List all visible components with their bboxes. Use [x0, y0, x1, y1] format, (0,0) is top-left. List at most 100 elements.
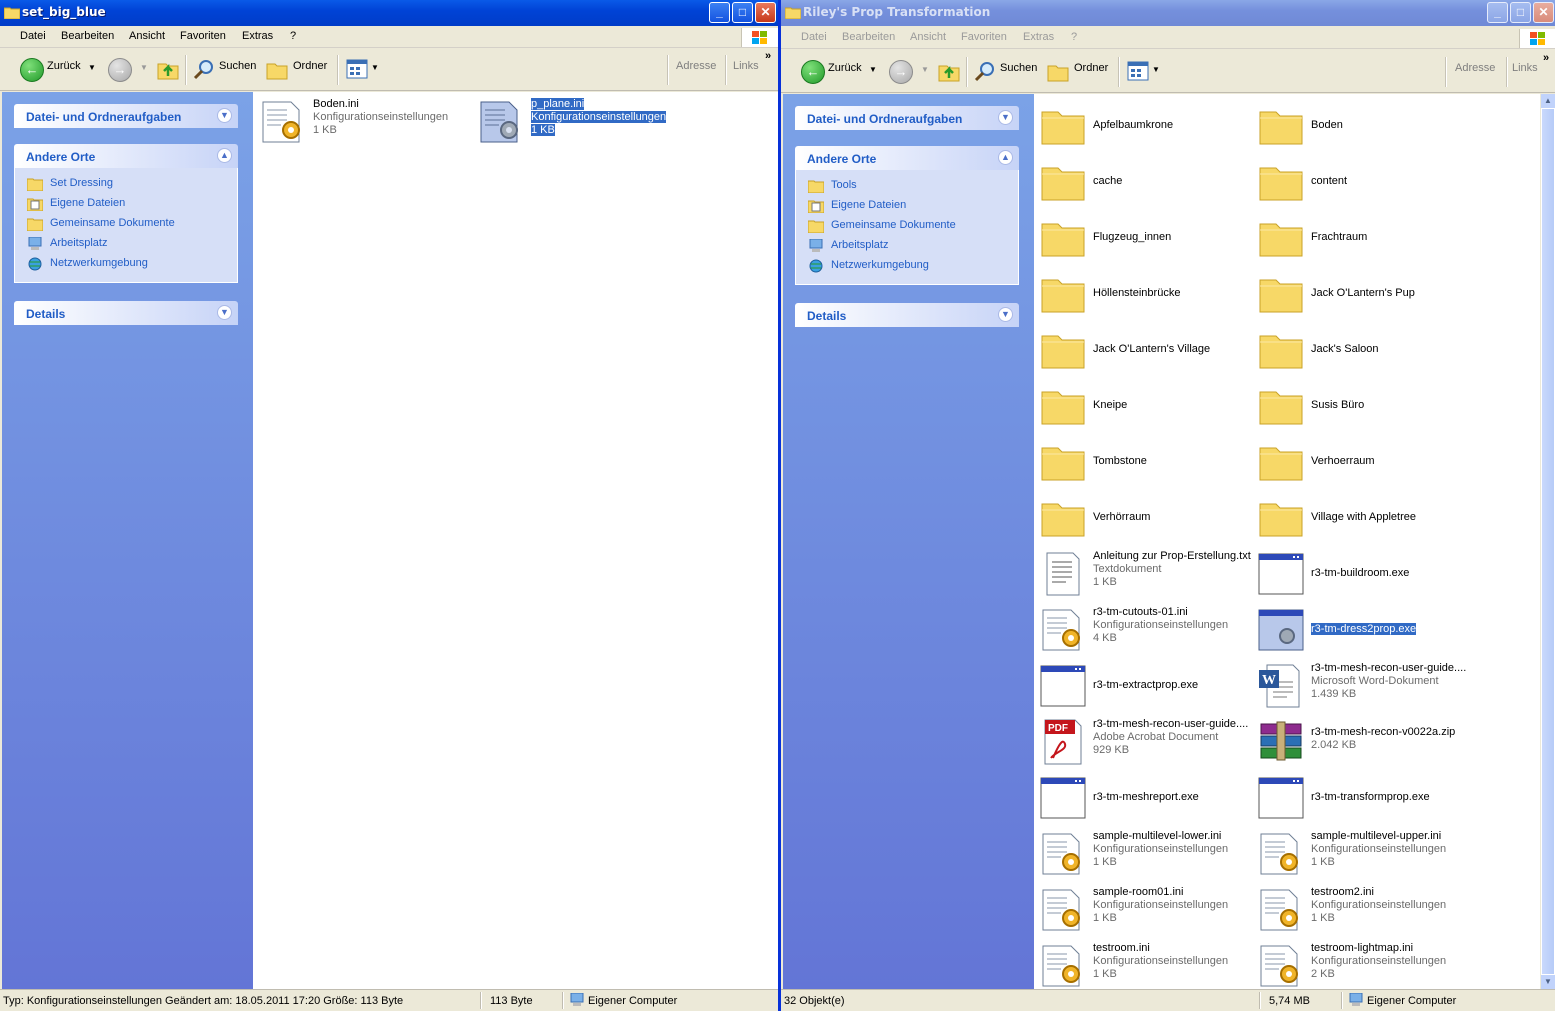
address-label[interactable]: Adresse	[1455, 62, 1495, 74]
maximize-button[interactable]: □	[732, 2, 753, 23]
file-item[interactable]: r3-tm-meshreport.exe	[1039, 774, 1249, 826]
place-label[interactable]: Tools	[831, 179, 857, 191]
search-button[interactable]: Suchen	[219, 60, 256, 72]
folders-button[interactable]: Ordner	[1074, 62, 1108, 74]
links-label[interactable]: Links	[1512, 62, 1538, 74]
search-icon[interactable]	[974, 60, 996, 82]
toolbar-overflow-icon[interactable]: »	[765, 50, 771, 62]
place-label[interactable]: Netzwerkumgebung	[50, 257, 148, 269]
file-item[interactable]: sample-multilevel-upper.ini Konfiguratio…	[1257, 830, 1467, 882]
forward-dropdown-icon[interactable]: ▼	[140, 63, 148, 72]
chevron-down-icon[interactable]: ▼	[217, 108, 232, 123]
folder-item[interactable]: cache	[1039, 158, 1249, 210]
place-tools[interactable]: Tools	[796, 176, 1018, 196]
place-label[interactable]: Arbeitsplatz	[831, 239, 888, 251]
chevron-down-icon[interactable]: ▼	[998, 307, 1013, 322]
minimize-button[interactable]: _	[1487, 2, 1508, 23]
place-my-computer[interactable]: Arbeitsplatz	[15, 234, 237, 254]
chevron-up-icon[interactable]: ▲	[217, 148, 232, 163]
folder-up-icon[interactable]	[938, 60, 960, 82]
places-panel-header[interactable]: Andere Orte ▲	[795, 146, 1019, 170]
folder-item[interactable]: Village with Appletree	[1257, 494, 1467, 546]
close-button[interactable]: ✕	[1533, 2, 1554, 23]
file-item[interactable]: r3-tm-buildroom.exe	[1257, 550, 1467, 602]
folder-item[interactable]: Jack O'Lantern's Village	[1039, 326, 1249, 378]
place-label[interactable]: Eigene Dateien	[831, 199, 906, 211]
file-item[interactable]: PDF r3-tm-mesh-recon-user-guide.... Adob…	[1039, 718, 1254, 770]
folder-item[interactable]: Verhörraum	[1039, 494, 1249, 546]
places-panel-header[interactable]: Andere Orte ▲	[14, 144, 238, 168]
file-item[interactable]: r3-tm-mesh-recon-v0022a.zip 2.042 KB	[1257, 718, 1467, 770]
folders-icon[interactable]	[1047, 60, 1069, 82]
search-icon[interactable]	[193, 58, 215, 80]
address-label[interactable]: Adresse	[676, 60, 716, 72]
scroll-down-icon[interactable]: ▼	[1541, 975, 1555, 989]
title-bar[interactable]: set_big_blue _ □ ✕	[0, 0, 778, 26]
scroll-thumb[interactable]	[1541, 108, 1555, 975]
place-my-computer[interactable]: Arbeitsplatz	[796, 236, 1018, 256]
folder-item[interactable]: Frachtraum	[1257, 214, 1467, 266]
back-arrow-icon[interactable]: ←	[20, 58, 44, 82]
menu-datei[interactable]: Datei	[20, 30, 46, 42]
chevron-down-icon[interactable]: ▼	[217, 305, 232, 320]
forward-dropdown-icon[interactable]: ▼	[921, 65, 929, 74]
tasks-panel-header[interactable]: Datei- und Ordneraufgaben ▼	[795, 106, 1019, 130]
file-item[interactable]: W r3-tm-mesh-recon-user-guide.... Micros…	[1257, 662, 1472, 714]
views-dropdown-icon[interactable]: ▼	[371, 63, 379, 72]
file-item[interactable]: r3-tm-transformprop.exe	[1257, 774, 1467, 826]
place-shared-documents[interactable]: Gemeinsame Dokumente	[15, 214, 237, 234]
folder-up-icon[interactable]	[157, 58, 179, 80]
forward-arrow-icon[interactable]: →	[108, 58, 132, 82]
menu-help[interactable]: ?	[290, 30, 296, 42]
minimize-button[interactable]: _	[709, 2, 730, 23]
close-button[interactable]: ✕	[755, 2, 776, 23]
folder-item[interactable]: Tombstone	[1039, 438, 1249, 490]
menu-bearbeiten[interactable]: Bearbeiten	[61, 30, 114, 42]
links-label[interactable]: Links	[733, 60, 759, 72]
menu-help[interactable]: ?	[1071, 31, 1077, 43]
file-item-selected[interactable]: p_plane.ini Konfigurationseinstellungen …	[477, 98, 677, 150]
folder-item[interactable]: Apfelbaumkrone	[1039, 102, 1249, 154]
file-item[interactable]: Anleitung zur Prop-Erstellung.txt Textdo…	[1039, 550, 1254, 602]
file-item[interactable]: sample-multilevel-lower.ini Konfiguratio…	[1039, 830, 1249, 882]
details-panel-header[interactable]: Details ▼	[795, 303, 1019, 327]
folder-item[interactable]: Jack O'Lantern's Pup	[1257, 270, 1467, 322]
place-my-documents[interactable]: Eigene Dateien	[15, 194, 237, 214]
folder-item[interactable]: Verhoerraum	[1257, 438, 1467, 490]
file-item[interactable]: testroom.ini Konfigurationseinstellungen…	[1039, 942, 1249, 994]
scroll-up-icon[interactable]: ▲	[1541, 94, 1555, 108]
place-shared-documents[interactable]: Gemeinsame Dokumente	[796, 216, 1018, 236]
toolbar-overflow-icon[interactable]: »	[1543, 52, 1549, 64]
place-label[interactable]: Gemeinsame Dokumente	[50, 217, 175, 229]
file-item[interactable]: r3-tm-extractprop.exe	[1039, 662, 1249, 714]
views-icon[interactable]	[346, 59, 368, 79]
menu-extras[interactable]: Extras	[1023, 31, 1054, 43]
place-label[interactable]: Set Dressing	[50, 177, 113, 189]
chevron-down-icon[interactable]: ▼	[998, 110, 1013, 125]
folder-item[interactable]: Susis Büro	[1257, 382, 1467, 434]
place-set-dressing[interactable]: Set Dressing	[15, 174, 237, 194]
folders-icon[interactable]	[266, 58, 288, 80]
vertical-scrollbar[interactable]: ▲ ▼	[1540, 94, 1555, 989]
menu-bearbeiten[interactable]: Bearbeiten	[842, 31, 895, 43]
place-label[interactable]: Netzwerkumgebung	[831, 259, 929, 271]
file-item[interactable]: testroom2.ini Konfigurationseinstellunge…	[1257, 886, 1467, 938]
maximize-button[interactable]: □	[1510, 2, 1531, 23]
tasks-panel-header[interactable]: Datei- und Ordneraufgaben ▼	[14, 104, 238, 128]
title-bar[interactable]: Riley's Prop Transformation _ □ ✕	[781, 0, 1555, 26]
folder-item[interactable]: Boden	[1257, 102, 1467, 154]
back-dropdown-icon[interactable]: ▼	[88, 63, 96, 72]
place-label[interactable]: Arbeitsplatz	[50, 237, 107, 249]
menu-datei[interactable]: Datei	[801, 31, 827, 43]
views-dropdown-icon[interactable]: ▼	[1152, 65, 1160, 74]
back-dropdown-icon[interactable]: ▼	[869, 65, 877, 74]
folder-item[interactable]: Flugzeug_innen	[1039, 214, 1249, 266]
menu-ansicht[interactable]: Ansicht	[129, 30, 165, 42]
file-item[interactable]: Boden.ini Konfigurationseinstellungen 1 …	[259, 98, 459, 150]
back-arrow-icon[interactable]: ←	[801, 60, 825, 84]
folder-item[interactable]: Kneipe	[1039, 382, 1249, 434]
details-panel-header[interactable]: Details ▼	[14, 301, 238, 325]
menu-favoriten[interactable]: Favoriten	[180, 30, 226, 42]
chevron-up-icon[interactable]: ▲	[998, 150, 1013, 165]
file-item-selected[interactable]: r3-tm-dress2prop.exe	[1257, 606, 1467, 658]
